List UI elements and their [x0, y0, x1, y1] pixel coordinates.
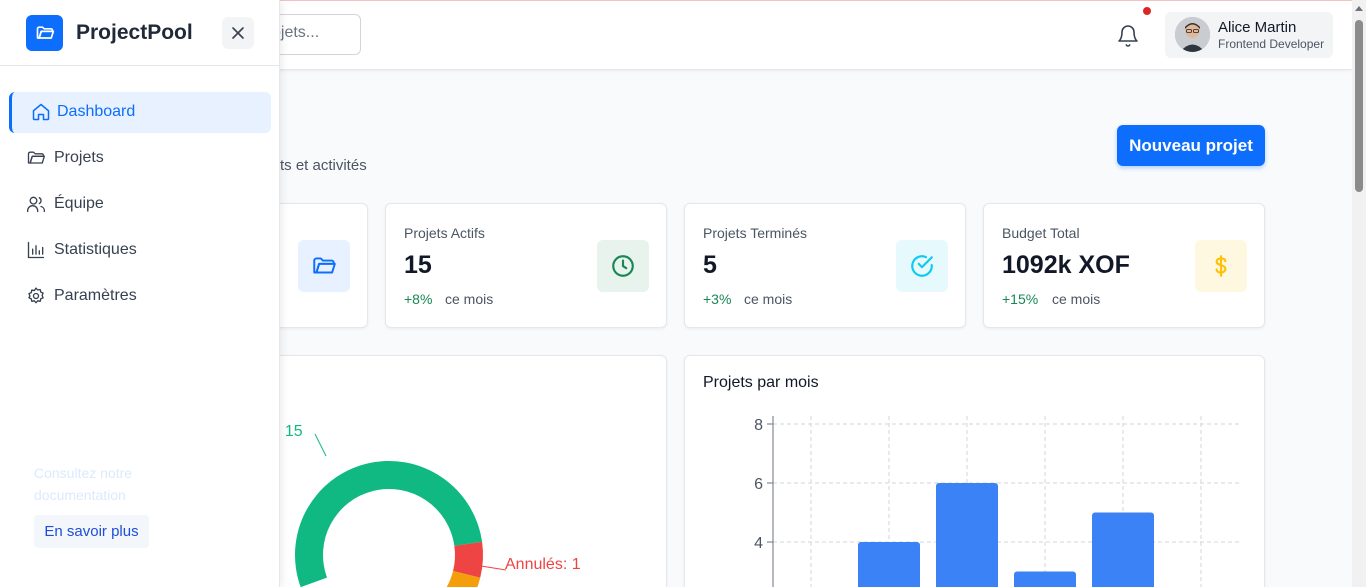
- close-sidebar-button[interactable]: [222, 17, 254, 49]
- documentation-text: Consultez notre documentation: [34, 465, 133, 503]
- sidebar-item-parametres[interactable]: Paramètres: [9, 276, 271, 317]
- stat-icon-box: [896, 240, 948, 292]
- bar-chart: 8 6 4: [754, 416, 1241, 587]
- y-tick-label: 8: [754, 417, 763, 434]
- close-icon: [232, 27, 244, 39]
- sidebar: ProjectPool Dashboard Projets Équipe Sta…: [0, 0, 280, 587]
- user-name: Alice Martin: [1218, 19, 1297, 36]
- bell-icon[interactable]: [1116, 24, 1140, 48]
- notification-dot: [1143, 7, 1151, 15]
- donut-label-cancelled: Annulés: 1: [505, 556, 581, 573]
- scrollbar-thumb[interactable]: [1355, 20, 1363, 192]
- stat-icon-box: [597, 240, 649, 292]
- stat-value: 1092k XOF: [1002, 251, 1130, 279]
- sidebar-item-projets[interactable]: Projets: [9, 138, 271, 179]
- donut-chart: s: 15 Annulés: 1: [268, 423, 581, 587]
- stat-value: 15: [404, 251, 432, 279]
- y-tick-label: 6: [754, 476, 763, 493]
- stat-value: 5: [703, 251, 717, 279]
- gear-icon: [28, 287, 44, 304]
- scroll-up-arrow-icon[interactable]: [1355, 6, 1363, 11]
- bar-chart-icon: [27, 241, 45, 259]
- app-logo[interactable]: [26, 15, 63, 51]
- bar: [1014, 571, 1076, 587]
- avatar: [1175, 17, 1210, 52]
- sidebar-item-label: Équipe: [54, 195, 104, 212]
- sidebar-item-label: Statistiques: [54, 241, 137, 258]
- clock-icon: [612, 255, 634, 277]
- sidebar-item-statistiques[interactable]: Statistiques: [9, 230, 271, 271]
- bar: [858, 542, 920, 587]
- stat-label: Projets Actifs: [404, 225, 485, 241]
- app-name: ProjectPool: [76, 21, 193, 44]
- stat-label: Projets Terminés: [703, 225, 808, 241]
- donut-label-leader: [480, 565, 507, 571]
- sidebar-item-dashboard[interactable]: Dashboard: [9, 92, 271, 133]
- sidebar-item-label: Dashboard: [57, 103, 136, 120]
- dollar-icon: [1215, 255, 1227, 277]
- bar: [1092, 512, 1154, 587]
- y-tick-label: 4: [754, 535, 763, 552]
- learn-more-button[interactable]: En savoir plus: [34, 515, 149, 548]
- user-role: Frontend Developer: [1218, 37, 1325, 51]
- folder-icon: [313, 257, 336, 274]
- sidebar-item-label: Paramètres: [54, 287, 137, 304]
- stat-change: +15%: [1002, 291, 1039, 307]
- sidebar-item-equipe[interactable]: Équipe: [9, 184, 271, 225]
- bar: [936, 483, 998, 587]
- donut-label-leader: [314, 433, 327, 457]
- sidebar-item-label: Projets: [54, 149, 104, 166]
- stat-period: ce mois: [445, 291, 494, 307]
- stat-icon-box: [298, 240, 350, 292]
- folder-open-icon: [36, 26, 54, 39]
- bar-chart-title: Projets par mois: [703, 374, 819, 391]
- stat-change: +8%: [404, 291, 433, 307]
- folder-icon: [27, 151, 45, 164]
- stat-icon-box: [1195, 240, 1247, 292]
- stat-change: +3%: [703, 291, 732, 307]
- check-circle-icon: [911, 255, 933, 277]
- users-icon: [27, 196, 45, 213]
- stat-period: ce mois: [744, 291, 793, 307]
- page-subtitle: ts et activités: [280, 157, 367, 174]
- stat-label: Budget Total: [1002, 225, 1080, 241]
- stat-period: ce mois: [1052, 291, 1101, 307]
- new-project-button[interactable]: Nouveau projet: [1117, 125, 1265, 166]
- home-icon: [32, 103, 50, 121]
